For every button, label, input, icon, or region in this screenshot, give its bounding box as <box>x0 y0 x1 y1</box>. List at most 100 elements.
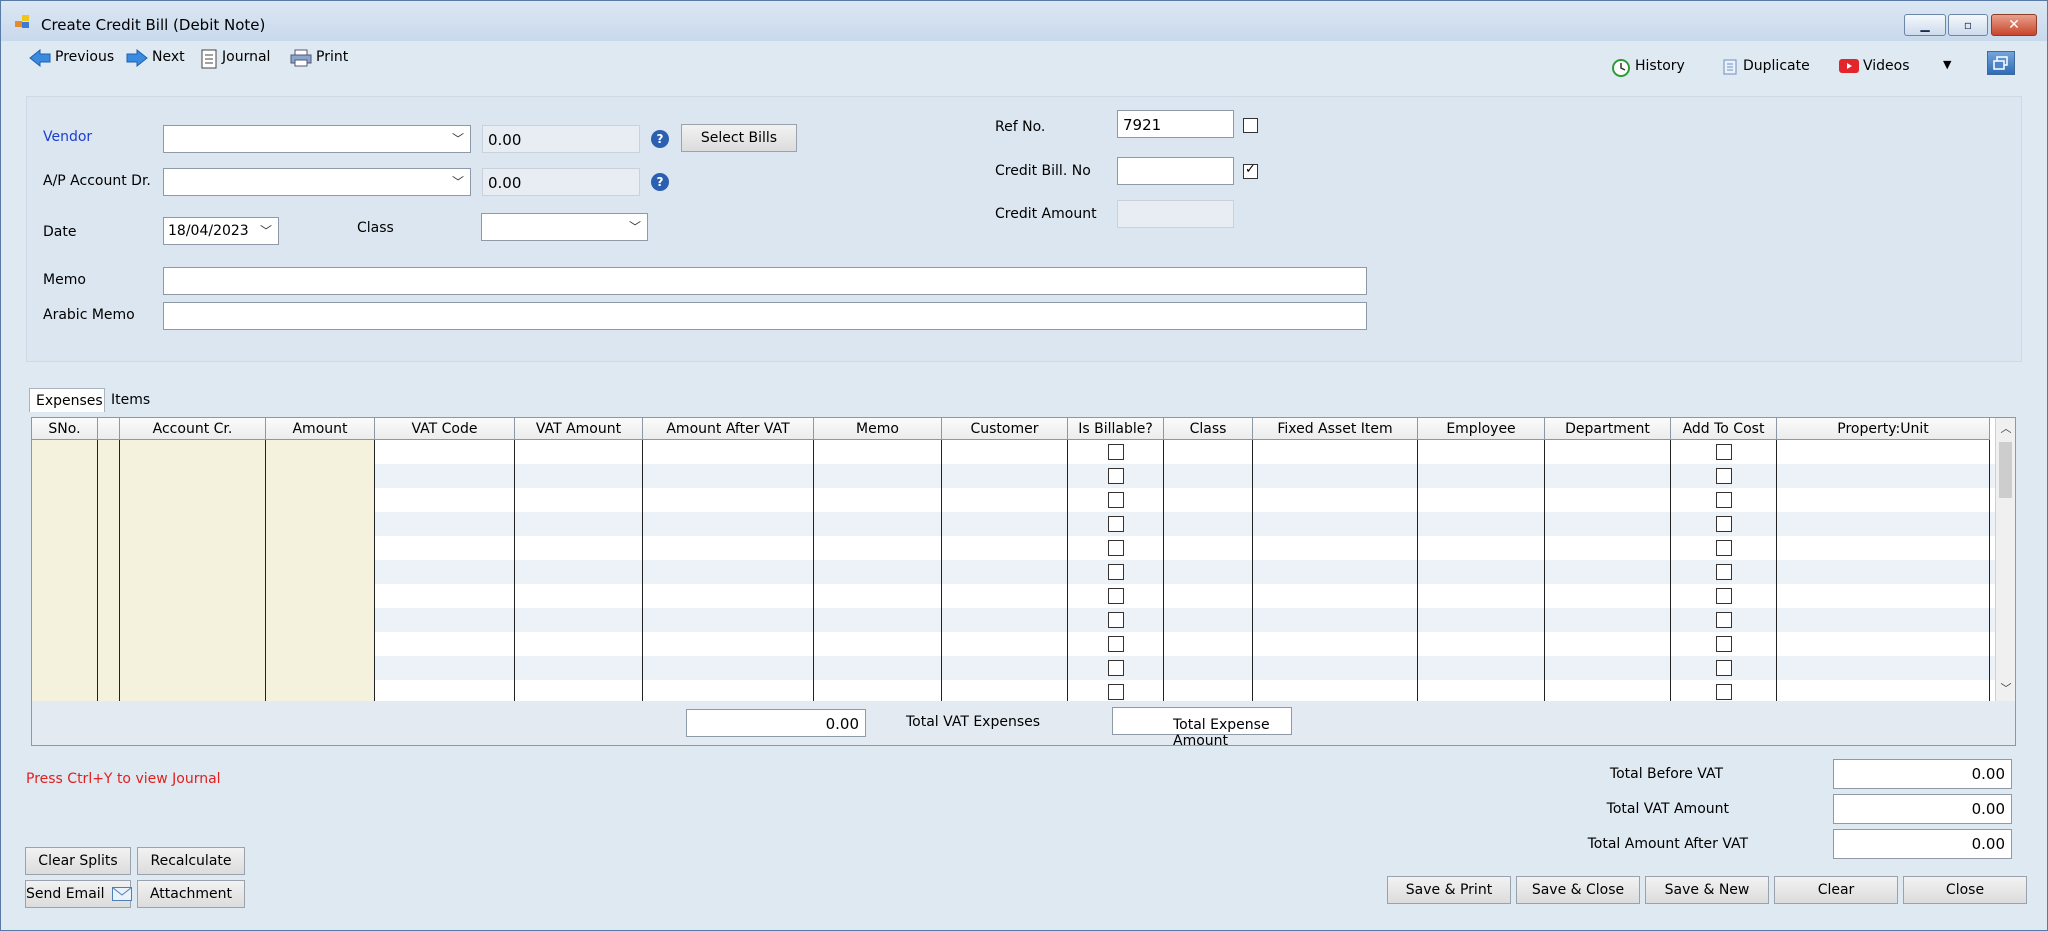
scrollbar-thumb[interactable] <box>1999 442 2012 498</box>
journal-button[interactable]: Journal <box>200 49 270 71</box>
is-billable-checkbox[interactable] <box>1108 612 1124 628</box>
close-button[interactable]: Close <box>1903 876 2027 904</box>
is-billable-checkbox[interactable] <box>1108 564 1124 580</box>
is-billable-checkbox[interactable] <box>1108 636 1124 652</box>
history-button[interactable]: History <box>1611 58 1685 80</box>
chevron-down-icon: ﹀ <box>259 224 272 238</box>
column-header[interactable] <box>98 418 120 440</box>
add-to-cost-checkbox[interactable] <box>1716 492 1732 508</box>
add-to-cost-checkbox[interactable] <box>1716 684 1732 700</box>
column-header[interactable]: Is Billable? <box>1068 418 1164 440</box>
total-vat-amount-field: 0.00 <box>1833 794 2012 824</box>
vendor-label: Vendor <box>43 129 93 145</box>
total-before-vat-field: 0.00 <box>1833 759 2012 789</box>
vendor-select[interactable]: ﹀ <box>163 125 471 153</box>
column-header[interactable]: Class <box>1164 418 1253 440</box>
clear-button[interactable]: Clear <box>1774 876 1898 904</box>
grid-scrollbar[interactable]: ︿ ﹀ <box>1995 418 2015 702</box>
total-vat-expenses-field: 0.00 <box>686 709 866 737</box>
tab-items[interactable]: Items <box>105 388 159 412</box>
credit-bill-no-input[interactable] <box>1117 157 1234 185</box>
add-to-cost-checkbox[interactable] <box>1716 540 1732 556</box>
is-billable-checkbox[interactable] <box>1108 540 1124 556</box>
column-header[interactable]: Account Cr. <box>120 418 266 440</box>
total-before-vat-label: Total Before VAT <box>1609 766 1723 782</box>
select-bills-button[interactable]: Select Bills <box>681 124 797 152</box>
is-billable-checkbox[interactable] <box>1108 468 1124 484</box>
total-vat-expenses-label: Total VAT Expenses <box>906 714 1041 730</box>
column-header[interactable]: Employee <box>1418 418 1545 440</box>
is-billable-checkbox[interactable] <box>1108 588 1124 604</box>
class-label: Class <box>357 220 394 236</box>
maximize-button[interactable]: ▫ <box>1948 14 1988 36</box>
tab-expenses[interactable]: Expenses <box>29 388 105 412</box>
class-select[interactable]: ﹀ <box>481 213 648 241</box>
column-header[interactable]: Amount After VAT <box>643 418 814 440</box>
expenses-grid[interactable]: SNo. Account Cr. Amount VAT Code VAT Amount A… <box>31 417 2016 703</box>
right-toolbar: History Duplicate Videos ▼ <box>1605 54 1951 82</box>
maximize-icon: ▫ <box>1963 18 1973 32</box>
grid-column <box>1418 440 1545 702</box>
memo-input[interactable] <box>163 267 1367 295</box>
save-close-button[interactable]: Save & Close <box>1516 876 1640 904</box>
print-button[interactable]: Print <box>290 49 348 71</box>
save-print-button[interactable]: Save & Print <box>1387 876 1511 904</box>
journal-hint: Press Ctrl+Y to view Journal <box>26 771 221 787</box>
total-after-vat-label: Total Amount After VAT <box>1587 836 1748 852</box>
date-label: Date <box>43 224 77 240</box>
is-billable-checkbox[interactable] <box>1108 492 1124 508</box>
credit-bill-no-label: Credit Bill. No <box>995 163 1091 179</box>
is-billable-checkbox[interactable] <box>1108 660 1124 676</box>
credit-bill-no-checkbox[interactable]: ✓ <box>1243 162 1258 179</box>
duplicate-button[interactable]: Duplicate <box>1721 58 1810 80</box>
grid-column <box>120 440 266 702</box>
add-to-cost-checkbox[interactable] <box>1716 636 1732 652</box>
ap-account-select[interactable]: ﹀ <box>163 168 471 196</box>
column-header[interactable]: Department <box>1545 418 1671 440</box>
column-header[interactable]: VAT Code <box>375 418 515 440</box>
add-to-cost-checkbox[interactable] <box>1716 564 1732 580</box>
date-picker[interactable]: 18/04/2023 ﹀ <box>163 217 279 245</box>
column-header[interactable]: Amount <box>266 418 375 440</box>
toolbar-dropdown-icon[interactable]: ▼ <box>1943 58 1951 80</box>
grid-column <box>814 440 942 702</box>
is-billable-checkbox[interactable] <box>1108 684 1124 700</box>
restore-layout-button[interactable] <box>1987 51 2015 75</box>
add-to-cost-checkbox[interactable] <box>1716 468 1732 484</box>
close-window-button[interactable]: ✕ <box>1991 14 2037 36</box>
is-billable-checkbox[interactable] <box>1108 444 1124 460</box>
column-header[interactable]: Customer <box>942 418 1068 440</box>
column-header[interactable]: VAT Amount <box>515 418 643 440</box>
add-to-cost-checkbox[interactable] <box>1716 444 1732 460</box>
column-header[interactable]: Fixed Asset Item <box>1253 418 1418 440</box>
scroll-down-icon[interactable]: ﹀ <box>1996 680 2015 696</box>
arabic-memo-input[interactable] <box>163 302 1367 330</box>
minimize-button[interactable]: ▁ <box>1904 14 1946 36</box>
next-button[interactable]: Next <box>126 48 185 71</box>
is-billable-checkbox[interactable] <box>1108 516 1124 532</box>
add-to-cost-checkbox[interactable] <box>1716 516 1732 532</box>
ref-no-input[interactable]: 7921 <box>1117 110 1234 138</box>
add-to-cost-checkbox[interactable] <box>1716 612 1732 628</box>
help-icon[interactable]: ? <box>651 173 669 191</box>
previous-button[interactable]: Previous <box>29 48 114 71</box>
help-icon[interactable]: ? <box>651 130 669 148</box>
add-to-cost-checkbox[interactable] <box>1716 588 1732 604</box>
ap-balance-field: 0.00 <box>482 168 640 196</box>
recalculate-button[interactable]: Recalculate <box>137 847 245 875</box>
clear-splits-button[interactable]: Clear Splits <box>25 847 131 875</box>
ref-no-label: Ref No. <box>995 119 1046 135</box>
add-to-cost-checkbox[interactable] <box>1716 660 1732 676</box>
scroll-up-icon[interactable]: ︿ <box>1996 420 2015 436</box>
column-header[interactable]: Property:Unit <box>1777 418 1990 440</box>
chevron-down-icon: ﹀ <box>451 175 464 189</box>
email-icon <box>112 887 133 901</box>
column-header[interactable]: Memo <box>814 418 942 440</box>
save-new-button[interactable]: Save & New <box>1645 876 1769 904</box>
attachment-button[interactable]: Attachment <box>137 880 245 908</box>
send-email-button[interactable]: Send Email <box>25 880 133 908</box>
column-header[interactable]: SNo. <box>32 418 98 440</box>
videos-button[interactable]: Videos <box>1839 58 1910 80</box>
column-header[interactable]: Add To Cost <box>1671 418 1777 440</box>
ref-no-checkbox[interactable] <box>1243 118 1258 133</box>
